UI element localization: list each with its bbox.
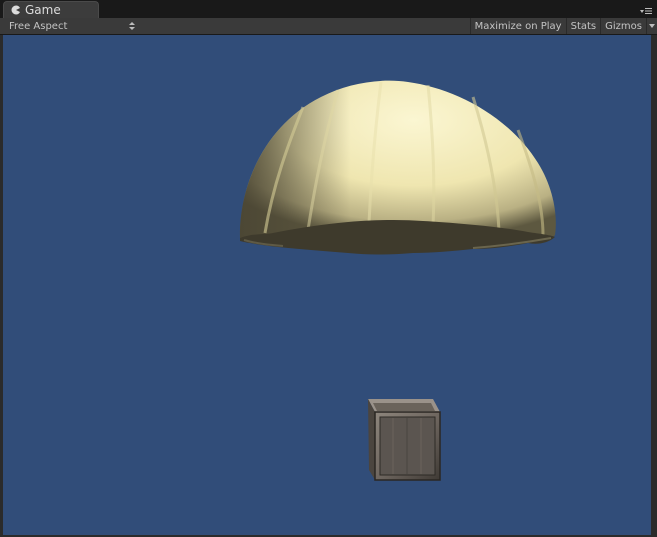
gizmos-toggle[interactable]: Gizmos [600, 18, 646, 34]
scene-render [239, 80, 556, 481]
tab-game-label: Game [25, 3, 61, 17]
stats-toggle[interactable]: Stats [565, 18, 601, 34]
toolbar-right-group: Maximize on Play Stats Gizmos [469, 18, 657, 34]
wooden-crate [368, 399, 441, 481]
tab-game[interactable]: Game [3, 1, 99, 18]
chevron-down-icon [649, 24, 655, 28]
tab-strip: Game [0, 0, 657, 18]
game-viewport[interactable] [3, 35, 651, 535]
panel-menu-icon[interactable] [640, 6, 652, 16]
game-window: Game Free Aspect Maximize on Play Stats … [0, 0, 657, 537]
aspect-label: Free Aspect [9, 20, 68, 32]
maximize-on-play-toggle[interactable]: Maximize on Play [469, 18, 566, 34]
game-view-icon [11, 5, 20, 15]
game-toolbar: Free Aspect Maximize on Play Stats Gizmo… [0, 18, 657, 35]
updown-arrows-icon [129, 22, 135, 30]
parachute [239, 80, 556, 255]
gizmos-dropdown[interactable] [646, 18, 657, 34]
aspect-dropdown[interactable]: Free Aspect [9, 18, 137, 34]
